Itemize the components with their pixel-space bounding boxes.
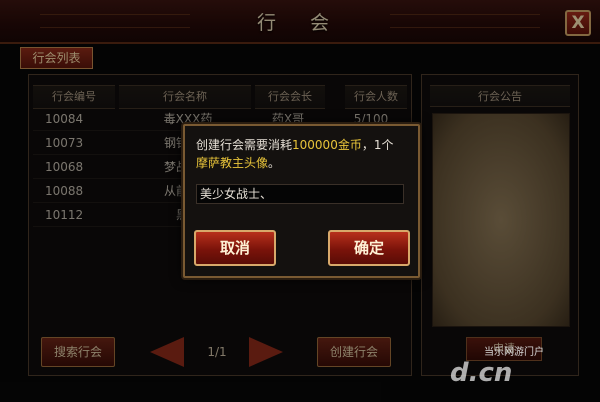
msg-part1: 创建行会需要消耗 xyxy=(196,138,293,152)
watermark-logo: d.cn xyxy=(450,358,513,388)
cancel-button[interactable]: 取消 xyxy=(194,230,276,266)
msg-part2: ，1个 xyxy=(361,138,394,152)
watermark-text: 当乐网游门户 xyxy=(484,347,544,358)
msg-gold-cost: 100000金币 xyxy=(292,138,362,152)
dialog-message: 创建行会需要消耗100000金币，1个摩萨教主头像。 xyxy=(196,136,411,172)
msg-end: 。 xyxy=(268,156,281,170)
confirm-button[interactable]: 确定 xyxy=(328,230,410,266)
guild-name-input[interactable]: 美少女战士、 xyxy=(196,184,404,204)
msg-required-item: 摩萨教主头像 xyxy=(196,156,269,170)
